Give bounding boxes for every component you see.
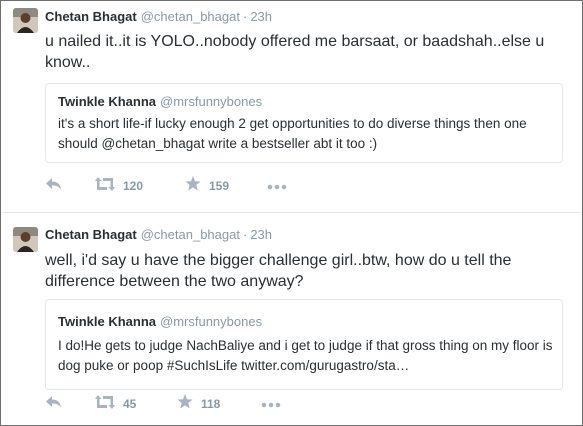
quoted-author-handle: @mrsfunnybones [160, 94, 263, 109]
tweet-text: u nailed it..it is YOLO..nobody offered … [45, 33, 545, 71]
separator: · [242, 9, 248, 24]
quoted-tweet-text: it's a short life-if lucky enough 2 get … [58, 116, 527, 151]
avatar[interactable] [13, 8, 38, 33]
retweet-icon [95, 394, 115, 414]
quoted-author-name: Twinkle Khanna [58, 94, 156, 109]
retweet-button[interactable]: 120 [95, 176, 143, 196]
retweet-button[interactable]: 45 [95, 394, 136, 414]
author-handle[interactable]: @chetan_bhagat [141, 227, 240, 242]
reply-arrow-icon [45, 177, 63, 196]
tweet-header: Chetan Bhagat @chetan_bhagat · 23h [45, 227, 272, 242]
timestamp[interactable]: 23h [250, 9, 272, 24]
more-dots-icon [267, 177, 287, 195]
tweet-text: well, i'd say u have the bigger challeng… [45, 252, 512, 290]
quoted-tweet-header: Twinkle Khanna @mrsfunnybones [58, 314, 262, 329]
more-button[interactable] [261, 394, 281, 414]
tweet-header: Chetan Bhagat @chetan_bhagat · 23h [45, 9, 272, 24]
retweet-icon [95, 176, 115, 196]
star-icon [177, 394, 193, 414]
timeline: Chetan Bhagat @chetan_bhagat · 23h u nailed… [0, 0, 583, 426]
author-name[interactable]: Chetan Bhagat [45, 227, 137, 242]
quoted-tweet[interactable]: Twinkle Khanna @mrsfunnybones I do!He get… [45, 299, 563, 390]
quoted-author-name: Twinkle Khanna [58, 314, 156, 329]
quoted-tweet-text: I do!He gets to judge NachBaliye and i g… [58, 338, 553, 373]
tweet-actions: 120 159 [45, 176, 345, 196]
author-handle[interactable]: @chetan_bhagat [141, 9, 240, 24]
tweet-actions: 45 118 [45, 394, 345, 414]
reply-button[interactable] [45, 394, 63, 414]
retweet-count: 45 [123, 397, 137, 411]
quoted-tweet[interactable]: Twinkle Khanna @mrsfunnybones it's a shor… [45, 83, 563, 163]
author-name[interactable]: Chetan Bhagat [45, 9, 137, 24]
tweet[interactable]: Chetan Bhagat @chetan_bhagat · 23h u nailed… [1, 1, 582, 212]
favorite-button[interactable]: 118 [177, 394, 220, 414]
tweet[interactable]: Chetan Bhagat @chetan_bhagat · 23h well, i'… [1, 213, 582, 425]
favorite-count: 118 [201, 397, 221, 411]
more-dots-icon [261, 395, 281, 413]
reply-arrow-icon [45, 395, 63, 414]
more-button[interactable] [267, 176, 287, 196]
favorite-button[interactable]: 159 [185, 176, 229, 196]
quoted-author-handle: @mrsfunnybones [160, 314, 263, 329]
reply-button[interactable] [45, 176, 63, 196]
quoted-tweet-header: Twinkle Khanna @mrsfunnybones [58, 94, 262, 109]
retweet-count: 120 [123, 179, 144, 193]
favorite-count: 159 [209, 179, 230, 193]
avatar[interactable] [13, 227, 38, 252]
timestamp[interactable]: 23h [250, 227, 272, 242]
separator: · [242, 227, 248, 242]
star-icon [185, 176, 201, 196]
